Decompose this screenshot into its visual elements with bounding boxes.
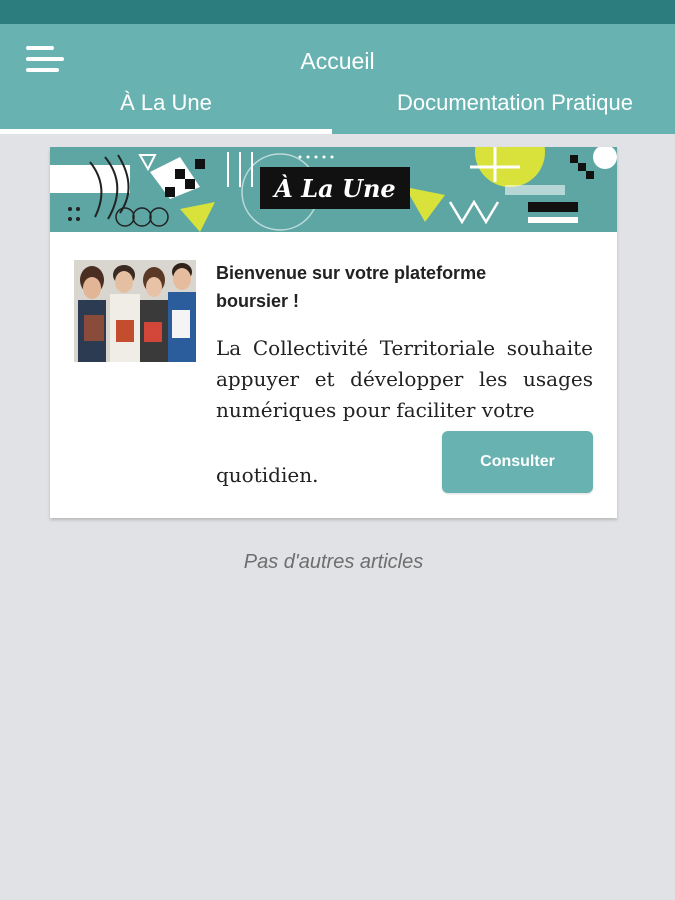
article-title: Bienvenue sur votre plateforme boursier … (216, 263, 487, 311)
banner-image: À La Une (50, 147, 617, 232)
article-body: La Collectivité Territoriale souhaite ap… (216, 336, 593, 422)
tab-documentation-pratique[interactable]: Documentation Pratique (335, 90, 675, 134)
article-body-end: quotidien. (216, 463, 319, 487)
no-more-articles-text: Pas d'autres articles (243, 551, 424, 573)
page-title: Accueil (300, 48, 375, 74)
banner-label: À La Une (260, 167, 410, 209)
consult-button[interactable]: Consulter (442, 431, 593, 493)
article-thumbnail (74, 260, 196, 362)
article-card[interactable]: À La Une Bienvenue sur votre plateforme … (50, 147, 617, 518)
tab-a-la-une[interactable]: À La Une (0, 90, 332, 134)
active-tab-indicator (0, 129, 332, 134)
status-bar (0, 0, 675, 24)
app-header: Accueil À La Une Documentation Pratique (0, 24, 675, 134)
